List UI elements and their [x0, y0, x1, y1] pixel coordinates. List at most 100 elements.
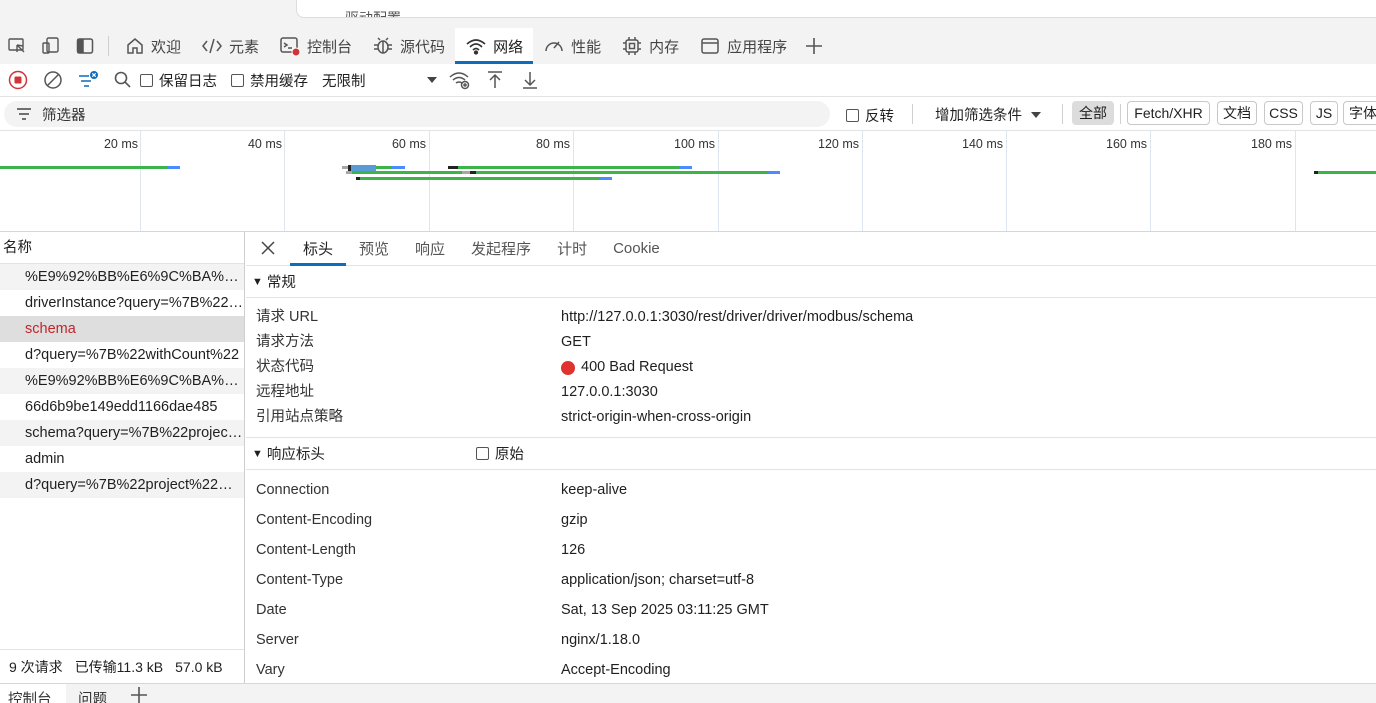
more-filters-dropdown[interactable]: 增加筛选条件 — [935, 104, 1042, 125]
request-row[interactable]: %E9%92%BB%E6%9C%BA%E5%B7%A5%E5%85%B7 — [0, 368, 244, 394]
record-stop-icon[interactable] — [0, 64, 35, 97]
filter-chip-css[interactable]: CSS — [1264, 101, 1303, 125]
divider — [1120, 104, 1121, 124]
timeline-bar — [1318, 171, 1376, 174]
tab-cookies[interactable]: Cookie — [600, 232, 673, 265]
request-row[interactable]: d?query=%7B%22project%22%3A — [0, 472, 244, 498]
code-icon — [202, 38, 222, 54]
chevron-down-icon[interactable] — [422, 64, 442, 97]
error-status-dot-icon — [561, 360, 575, 375]
tab-application[interactable]: 应用程序 — [689, 28, 797, 64]
request-row[interactable]: admin — [0, 446, 244, 472]
response-headers-section-header[interactable]: ▼ 响应标头 原始 — [246, 438, 1376, 470]
search-icon[interactable] — [105, 64, 140, 97]
timeline-bar — [680, 166, 692, 169]
resources-size: 57.0 kB — [175, 658, 223, 675]
bottom-drawer: 控制台 问题 — [0, 683, 1376, 703]
device-emulation-icon[interactable] — [34, 28, 68, 64]
timeline-tick-label: 120 ms — [818, 137, 859, 151]
request-row[interactable]: driverInstance?query=%7B%22project — [0, 290, 244, 316]
request-row[interactable]: d?query=%7B%22withCount%22 — [0, 342, 244, 368]
drawer-tab-issues[interactable]: 问题 — [78, 688, 107, 703]
filter-input[interactable]: 筛选器 — [4, 101, 830, 127]
header-row: Connection keep-alive — [256, 482, 628, 498]
general-section-header[interactable]: ▼ 常规 — [246, 266, 1376, 298]
timeline-bar — [476, 171, 768, 174]
export-har-icon[interactable] — [512, 64, 547, 97]
close-icon[interactable] — [246, 232, 290, 265]
timeline-bar — [360, 177, 600, 180]
timeline-bar — [458, 166, 680, 169]
drawer-tab-console[interactable]: 控制台 — [8, 688, 52, 703]
invert-checkbox[interactable]: 反转 — [846, 105, 894, 126]
checkbox-box — [231, 73, 244, 87]
tab-elements[interactable]: 元素 — [191, 28, 269, 64]
tab-timing[interactable]: 计时 — [544, 232, 600, 265]
preserve-log-checkbox[interactable]: 保留日志 — [140, 70, 217, 91]
header-row: Date Sat, 13 Sep 2025 03:11:25 GMT — [256, 602, 769, 618]
browser-top-strip: 驱动配置 — [0, 0, 1376, 28]
timeline-gridline — [1150, 131, 1151, 231]
request-row[interactable]: %E9%92%BB%E6%9C%BA%E5%B7%A5%E5%85%B7 — [0, 264, 244, 290]
header-row: Content-Encoding gzip — [256, 512, 588, 528]
details-tabbar: 标头 预览 响应 发起程序 计时 Cookie — [246, 232, 1376, 266]
add-tool-icon[interactable] — [797, 28, 831, 64]
tab-sources[interactable]: 源代码 — [362, 28, 455, 64]
filter-chip-js[interactable]: JS — [1310, 101, 1338, 125]
clear-icon[interactable] — [35, 64, 70, 97]
timeline-gridline — [1295, 131, 1296, 231]
dock-side-icon[interactable] — [68, 28, 102, 64]
header-row: 请求方法 GET — [256, 334, 591, 350]
timeline-gridline — [429, 131, 430, 231]
throttling-select[interactable]: 无限制 — [322, 70, 422, 91]
tab-memory[interactable]: 内存 — [611, 28, 689, 64]
request-url-value: http://127.0.0.1:3030/rest/driver/driver… — [561, 309, 914, 325]
timeline-bar — [448, 166, 458, 169]
filter-chip-doc[interactable]: 文档 — [1217, 101, 1257, 125]
home-icon — [127, 38, 143, 54]
raw-headers-checkbox[interactable]: 原始 — [475, 443, 524, 464]
import-har-icon[interactable] — [477, 64, 512, 97]
gauge-icon — [545, 41, 563, 52]
header-row: Content-Type application/json; charset=u… — [256, 572, 755, 588]
network-toolbar: 保留日志 禁用缓存 无限制 — [0, 64, 1376, 97]
request-row[interactable]: schema?query=%7B%22project%22 — [0, 420, 244, 446]
header-row: 引用站点策略 strict-origin-when-cross-origin — [256, 409, 752, 425]
network-conditions-icon[interactable] — [442, 64, 477, 97]
network-timeline-overview[interactable]: 20 ms 40 ms 60 ms 80 ms 100 ms 120 ms 14… — [0, 131, 1376, 232]
tab-initiator[interactable]: 发起程序 — [458, 232, 544, 265]
tab-welcome[interactable]: 欢迎 — [115, 28, 191, 64]
timeline-gridline — [1006, 131, 1007, 231]
chevron-down-icon — [1031, 111, 1041, 118]
inspect-element-icon[interactable] — [0, 28, 34, 64]
request-row-selected[interactable]: schema — [0, 316, 244, 342]
filter-chip-all[interactable]: 全部 — [1072, 101, 1114, 125]
name-column-header[interactable]: 名称 — [0, 232, 244, 264]
disable-cache-checkbox[interactable]: 禁用缓存 — [231, 70, 308, 91]
tab-response[interactable]: 响应 — [402, 232, 458, 265]
timeline-tick-label: 20 ms — [103, 137, 138, 151]
add-drawer-tab-icon[interactable] — [130, 686, 148, 703]
timeline-bar — [0, 166, 168, 169]
triangle-down-icon: ▼ — [252, 275, 263, 288]
request-row[interactable]: 66d6b9be149edd1166dae485 — [0, 394, 244, 420]
status-summary: 9 次请求 已传输11.3 kB 57.0 kB — [0, 649, 244, 683]
divider — [912, 104, 913, 124]
general-section: 请求 URL http://127.0.0.1:3030/rest/driver… — [246, 298, 1376, 438]
tab-headers[interactable]: 标头 — [290, 232, 347, 266]
timeline-tick-label: 80 ms — [535, 137, 570, 151]
request-details-panel: 标头 预览 响应 发起程序 计时 Cookie ▼ 常规 请求 URL http… — [246, 232, 1376, 683]
tab-network[interactable]: 网络 — [455, 28, 534, 64]
filter-settings-icon[interactable] — [70, 64, 105, 97]
tab-preview[interactable]: 预览 — [346, 232, 402, 265]
request-list-panel: 名称 %E9%92%BB%E6%9C%BA%E5%B7%A5%E5%85%B7 … — [0, 232, 245, 683]
tab-console[interactable]: 控制台 — [269, 28, 362, 64]
response-headers-section: Connection keep-alive Content-Encoding g… — [246, 470, 1376, 683]
timeline-tick-label: 140 ms — [962, 137, 1003, 151]
bug-icon — [374, 37, 393, 54]
tab-performance[interactable]: 性能 — [533, 28, 611, 64]
filter-chip-font[interactable]: 字体 — [1343, 101, 1376, 125]
timeline-gridline — [140, 131, 141, 231]
filter-chip-fetch-xhr[interactable]: Fetch/XHR — [1127, 101, 1210, 125]
divider — [1062, 104, 1063, 124]
